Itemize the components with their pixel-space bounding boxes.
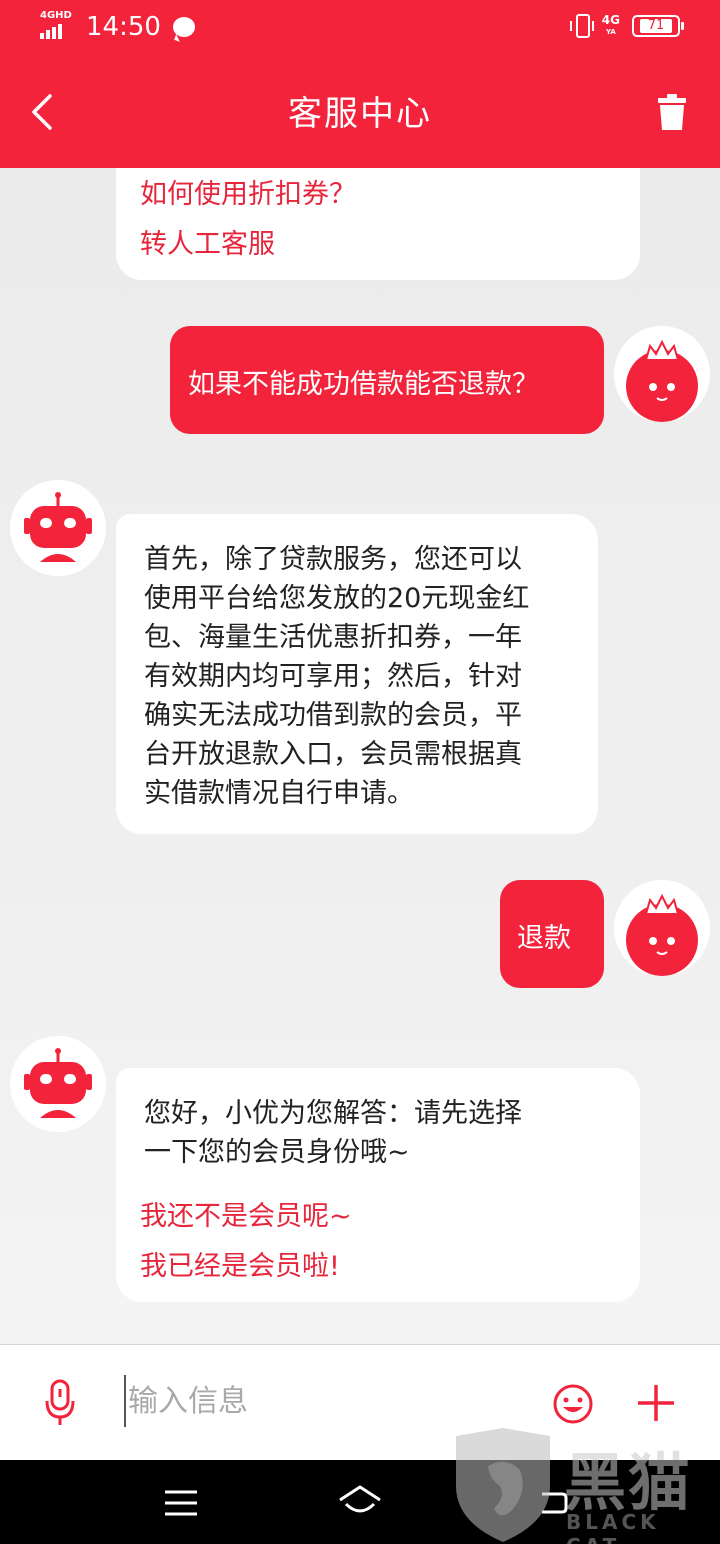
bot-message-text: 首先，除了贷款服务，您还可以 使用平台给您发放的20元现金红 包、海量生活优惠折… bbox=[144, 540, 574, 813]
user-avatar-icon bbox=[614, 880, 710, 976]
message-notification-icon bbox=[172, 17, 195, 37]
chat-area[interactable]: 如何使用折扣券？ 转人工客服 如果不能成功借款能否退款？ 首先，除了贷款服务，您… bbox=[0, 168, 720, 1344]
input-bar bbox=[0, 1344, 720, 1460]
trash-icon[interactable] bbox=[658, 94, 686, 130]
home-icon[interactable] bbox=[336, 1484, 384, 1520]
battery-icon: 71 bbox=[632, 15, 684, 37]
bot-message-bubble: 您好，小优为您解答：请先选择 一下您的会员身份哦~ 我还不是会员呢~ 我已经是会… bbox=[116, 1068, 640, 1302]
bot-message-line: 首先，除了贷款服务，您还可以 bbox=[144, 544, 522, 575]
net-type: 4G bbox=[601, 13, 620, 27]
signal-icon: 4GHD bbox=[40, 10, 72, 41]
user-avatar-icon bbox=[614, 326, 710, 422]
faq-bubble: 如何使用折扣券？ 转人工客服 bbox=[116, 168, 640, 280]
bot-message-line: 一下您的会员身份哦~ bbox=[144, 1137, 410, 1168]
menu-icon[interactable] bbox=[163, 1488, 199, 1518]
user-message-bubble: 退款 bbox=[500, 880, 604, 988]
option-not-member[interactable]: 我还不是会员呢~ bbox=[140, 1194, 352, 1233]
user-message-text: 如果不能成功借款能否退款？ bbox=[188, 369, 539, 400]
net-sub: YA bbox=[605, 28, 616, 36]
system-nav-bar bbox=[0, 1460, 720, 1544]
status-time: 14:50 bbox=[86, 12, 161, 42]
bot-message-line: 有效期内均可享用；然后，针对 bbox=[144, 661, 522, 692]
battery-level: 71 bbox=[639, 19, 673, 33]
user-message-text: 退款 bbox=[517, 923, 571, 954]
bot-message-line: 包、海量生活优惠折扣券，一年 bbox=[144, 622, 522, 653]
vibrate-icon bbox=[569, 14, 594, 38]
nav-back-icon[interactable] bbox=[538, 1490, 568, 1516]
bot-avatar bbox=[10, 1036, 106, 1132]
bot-message-line: 您好，小优为您解答：请先选择 bbox=[144, 1098, 522, 1129]
faq-link-discount[interactable]: 如何使用折扣券？ bbox=[140, 172, 356, 211]
bot-message-line: 实借款情况自行申请。 bbox=[144, 778, 414, 809]
bot-message-bubble: 首先，除了贷款服务，您还可以 使用平台给您发放的20元现金红 包、海量生活优惠折… bbox=[116, 514, 598, 834]
bot-message-line: 使用平台给您发放的20元现金红 bbox=[144, 583, 530, 614]
robot-icon bbox=[10, 480, 106, 576]
robot-icon bbox=[10, 1036, 106, 1132]
status-left: 4GHD 14:50 bbox=[40, 10, 195, 42]
bot-message-line: 台开放退款入口，会员需根据真 bbox=[144, 739, 522, 770]
user-avatar bbox=[614, 326, 710, 422]
network-label: 4GHD bbox=[40, 10, 72, 21]
status-bar: 4GHD 14:50 4G YA 71 bbox=[0, 0, 720, 56]
option-is-member[interactable]: 我已经是会员啦! bbox=[140, 1244, 340, 1283]
emoji-icon[interactable] bbox=[552, 1383, 594, 1425]
app-header: 客服中心 bbox=[0, 56, 720, 168]
message-input[interactable] bbox=[124, 1375, 524, 1427]
microphone-icon[interactable] bbox=[44, 1379, 76, 1427]
user-avatar bbox=[614, 880, 710, 976]
bot-message-text: 您好，小优为您解答：请先选择 一下您的会员身份哦~ bbox=[144, 1094, 616, 1172]
page-title: 客服中心 bbox=[288, 94, 432, 134]
status-right: 4G YA 71 bbox=[569, 14, 684, 38]
user-message-bubble: 如果不能成功借款能否退款？ bbox=[170, 326, 604, 434]
faq-link-human-agent[interactable]: 转人工客服 bbox=[140, 222, 275, 261]
plus-icon[interactable] bbox=[634, 1381, 678, 1425]
mobile-data-indicator: 4G YA bbox=[602, 14, 620, 38]
bot-message-line: 确实无法成功借到款的会员，平 bbox=[144, 700, 522, 731]
bot-avatar bbox=[10, 480, 106, 576]
